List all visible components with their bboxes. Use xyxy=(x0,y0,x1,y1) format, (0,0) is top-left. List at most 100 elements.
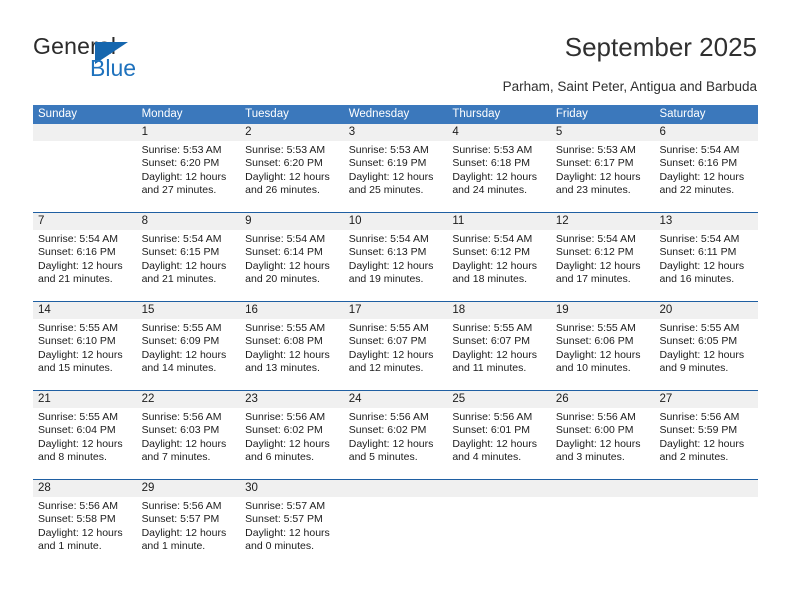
day-number-19[interactable]: 19 xyxy=(551,302,655,319)
day-number-22[interactable]: 22 xyxy=(137,391,241,408)
week-detail-band: Sunrise: 5:54 AM Sunset: 6:16 PM Daylight:… xyxy=(33,230,758,301)
calendar-week-row: 14 15 16 17 18 19 20 Sunrise: 5:55 AM Sunset: 6:… xyxy=(33,301,758,390)
day-number-empty xyxy=(551,480,655,497)
weekday-header-tuesday: Tuesday xyxy=(245,108,289,120)
weekday-header-wednesday: Wednesday xyxy=(348,108,410,120)
day-number-8[interactable]: 8 xyxy=(137,213,241,230)
day-number-30[interactable]: 30 xyxy=(240,480,344,497)
day-detail-line: and 8 minutes. xyxy=(38,450,107,463)
calendar-week-row: 28 29 30 Sunrise: 5:56 AM Sunset: 5:58 PM Day… xyxy=(33,479,758,568)
day-cell-7[interactable]: Sunrise: 5:54 AM Sunset: 6:16 PM Daylight:… xyxy=(33,230,137,301)
day-cell-12[interactable]: Sunrise: 5:54 AM Sunset: 6:12 PM Daylight:… xyxy=(551,230,655,301)
day-detail-line: Sunrise: 5:55 AM xyxy=(555,322,636,334)
day-detail-line: Daylight: 12 hours xyxy=(141,170,227,183)
day-number-24[interactable]: 24 xyxy=(344,391,448,408)
day-cell-29[interactable]: Sunrise: 5:56 AM Sunset: 5:57 PM Daylight:… xyxy=(137,497,241,568)
day-detail-line: Sunrise: 5:56 AM xyxy=(141,500,222,512)
day-cell-26[interactable]: Sunrise: 5:56 AM Sunset: 6:00 PM Daylight:… xyxy=(551,408,655,479)
day-number-23[interactable]: 23 xyxy=(240,391,344,408)
day-detail-line: Sunset: 6:14 PM xyxy=(245,246,323,259)
day-detail-line: Daylight: 12 hours xyxy=(141,437,227,450)
page-header: General Blue September 2025 Parham, Sain… xyxy=(0,0,792,100)
day-detail-line: Daylight: 12 hours xyxy=(348,259,434,272)
week-day-number-band: 28 29 30 xyxy=(33,480,758,497)
day-detail-line: and 13 minutes. xyxy=(245,361,320,374)
day-cell-22[interactable]: Sunrise: 5:56 AM Sunset: 6:03 PM Daylight:… xyxy=(137,408,241,479)
day-cell-9[interactable]: Sunrise: 5:54 AM Sunset: 6:14 PM Daylight:… xyxy=(240,230,344,301)
day-cell-2[interactable]: Sunrise: 5:53 AM Sunset: 6:20 PM Daylight:… xyxy=(240,141,344,212)
day-number-3[interactable]: 3 xyxy=(344,124,448,141)
day-cell-24[interactable]: Sunrise: 5:56 AM Sunset: 6:02 PM Daylight:… xyxy=(344,408,448,479)
weekday-header-monday: Monday xyxy=(141,108,183,120)
day-detail-line: Sunrise: 5:56 AM xyxy=(245,411,326,423)
day-number-1[interactable]: 1 xyxy=(137,124,241,141)
day-cell-20[interactable]: Sunrise: 5:55 AM Sunset: 6:05 PM Daylight:… xyxy=(654,319,758,390)
day-cell-15[interactable]: Sunrise: 5:55 AM Sunset: 6:09 PM Daylight:… xyxy=(137,319,241,390)
day-cell-16[interactable]: Sunrise: 5:55 AM Sunset: 6:08 PM Daylight:… xyxy=(240,319,344,390)
day-number-20[interactable]: 20 xyxy=(654,302,758,319)
day-cell-25[interactable]: Sunrise: 5:56 AM Sunset: 6:01 PM Daylight:… xyxy=(447,408,551,479)
day-detail-line: and 11 minutes. xyxy=(452,361,527,374)
day-cell-5[interactable]: Sunrise: 5:53 AM Sunset: 6:17 PM Daylight:… xyxy=(551,141,655,212)
day-detail-line: Daylight: 12 hours xyxy=(555,170,641,183)
day-cell-6[interactable]: Sunrise: 5:54 AM Sunset: 6:16 PM Daylight:… xyxy=(654,141,758,212)
day-number-2[interactable]: 2 xyxy=(240,124,344,141)
day-cell-30[interactable]: Sunrise: 5:57 AM Sunset: 5:57 PM Daylight:… xyxy=(240,497,344,568)
day-number-17[interactable]: 17 xyxy=(344,302,448,319)
calendar-week-row: 21 22 23 24 25 26 27 Sunrise: 5:55 AM Sunset: 6:… xyxy=(33,390,758,479)
day-detail-line: Daylight: 12 hours xyxy=(555,437,641,450)
day-cell-1[interactable]: Sunrise: 5:53 AM Sunset: 6:20 PM Daylight:… xyxy=(137,141,241,212)
day-cell-8[interactable]: Sunrise: 5:54 AM Sunset: 6:15 PM Daylight:… xyxy=(137,230,241,301)
day-cell-19[interactable]: Sunrise: 5:55 AM Sunset: 6:06 PM Daylight:… xyxy=(551,319,655,390)
day-number-empty xyxy=(344,480,448,497)
day-number-9[interactable]: 9 xyxy=(240,213,344,230)
day-number-26[interactable]: 26 xyxy=(551,391,655,408)
day-number-13[interactable]: 13 xyxy=(654,213,758,230)
day-cell-11[interactable]: Sunrise: 5:54 AM Sunset: 6:12 PM Daylight:… xyxy=(447,230,551,301)
day-number-21[interactable]: 21 xyxy=(33,391,137,408)
day-detail-line: Sunrise: 5:53 AM xyxy=(245,144,326,156)
day-number-11[interactable]: 11 xyxy=(447,213,551,230)
day-cell-14[interactable]: Sunrise: 5:55 AM Sunset: 6:10 PM Daylight:… xyxy=(33,319,137,390)
day-number-14[interactable]: 14 xyxy=(33,302,137,319)
day-cell-4[interactable]: Sunrise: 5:53 AM Sunset: 6:18 PM Daylight:… xyxy=(447,141,551,212)
day-number-29[interactable]: 29 xyxy=(137,480,241,497)
day-detail-line: Sunset: 6:07 PM xyxy=(452,335,530,348)
day-detail-line: and 2 minutes. xyxy=(659,450,729,463)
day-cell-10[interactable]: Sunrise: 5:54 AM Sunset: 6:13 PM Daylight:… xyxy=(344,230,448,301)
day-detail-line: Sunrise: 5:56 AM xyxy=(452,411,533,423)
day-cell-27[interactable]: Sunrise: 5:56 AM Sunset: 5:59 PM Daylight:… xyxy=(654,408,758,479)
day-detail-line: Daylight: 12 hours xyxy=(452,259,537,272)
day-detail-line: and 7 minutes. xyxy=(141,450,211,463)
week-day-number-band: 7 8 9 10 11 12 13 xyxy=(33,213,758,230)
day-number-10[interactable]: 10 xyxy=(344,213,448,230)
day-detail-line: Sunrise: 5:55 AM xyxy=(141,322,222,334)
day-number-16[interactable]: 16 xyxy=(240,302,344,319)
day-cell-13[interactable]: Sunrise: 5:54 AM Sunset: 6:11 PM Daylight:… xyxy=(654,230,758,301)
day-cell-28[interactable]: Sunrise: 5:56 AM Sunset: 5:58 PM Daylight:… xyxy=(33,497,137,568)
day-number-4[interactable]: 4 xyxy=(447,124,551,141)
general-blue-logo[interactable]: General Blue xyxy=(33,33,233,81)
day-cell-empty xyxy=(654,497,758,568)
day-cell-18[interactable]: Sunrise: 5:55 AM Sunset: 6:07 PM Daylight:… xyxy=(447,319,551,390)
day-detail-line: Daylight: 12 hours xyxy=(659,437,745,450)
day-number-28[interactable]: 28 xyxy=(33,480,137,497)
day-cell-23[interactable]: Sunrise: 5:56 AM Sunset: 6:02 PM Daylight:… xyxy=(240,408,344,479)
day-detail-line: Sunrise: 5:53 AM xyxy=(452,144,533,156)
day-cell-17[interactable]: Sunrise: 5:55 AM Sunset: 6:07 PM Daylight:… xyxy=(344,319,448,390)
day-number-12[interactable]: 12 xyxy=(551,213,655,230)
day-number-18[interactable]: 18 xyxy=(447,302,551,319)
day-number-6[interactable]: 6 xyxy=(654,124,758,141)
day-cell-21[interactable]: Sunrise: 5:55 AM Sunset: 6:04 PM Daylight:… xyxy=(33,408,137,479)
day-detail-line: Sunset: 5:59 PM xyxy=(659,424,738,437)
day-number-5[interactable]: 5 xyxy=(551,124,655,141)
day-detail-line: Sunrise: 5:55 AM xyxy=(348,322,429,334)
day-detail-line: Sunset: 6:17 PM xyxy=(555,157,634,170)
day-number-7[interactable]: 7 xyxy=(33,213,137,230)
day-number-15[interactable]: 15 xyxy=(137,302,241,319)
week-detail-band: Sunrise: 5:55 AM Sunset: 6:04 PM Daylight:… xyxy=(33,408,758,479)
day-number-27[interactable]: 27 xyxy=(654,391,758,408)
day-cell-3[interactable]: Sunrise: 5:53 AM Sunset: 6:19 PM Daylight:… xyxy=(344,141,448,212)
day-detail-line: Sunset: 6:07 PM xyxy=(348,335,427,348)
day-number-25[interactable]: 25 xyxy=(447,391,551,408)
